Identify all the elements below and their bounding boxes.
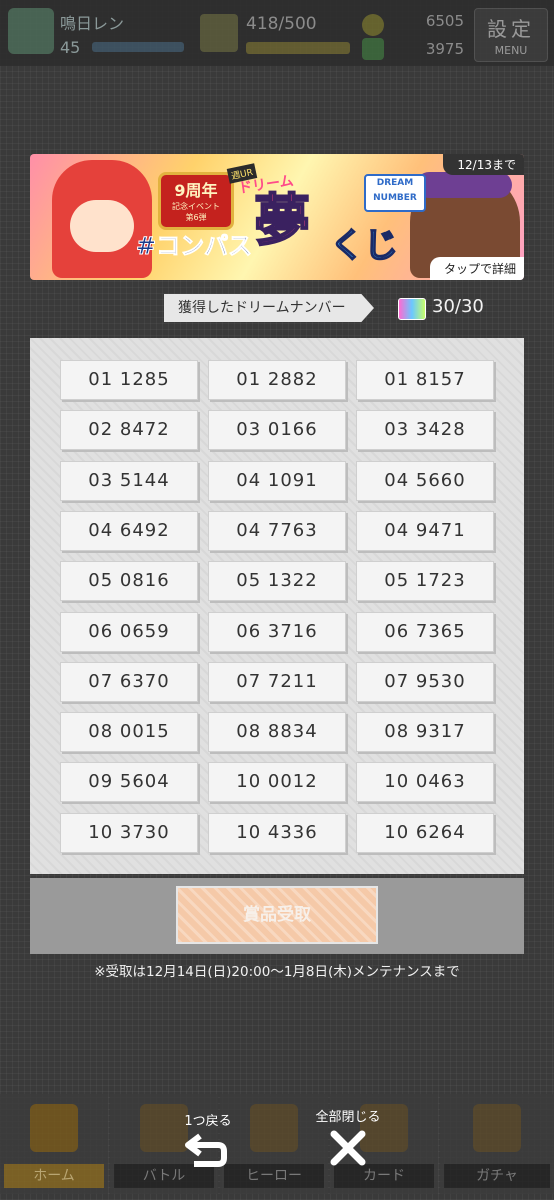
dream-number-cell: 10 3730 bbox=[60, 813, 198, 853]
dream-number-cell: 05 1723 bbox=[356, 561, 494, 601]
home-icon bbox=[30, 1104, 78, 1152]
dream-number-cell: 09 5604 bbox=[60, 762, 198, 802]
stamina-value: 418/500 bbox=[246, 14, 317, 34]
player-level: 45 bbox=[60, 38, 81, 57]
nav-home[interactable]: ホーム bbox=[0, 1094, 108, 1194]
player-avatar[interactable] bbox=[8, 8, 54, 54]
back-button[interactable] bbox=[184, 1128, 230, 1172]
dream-number-cell: 08 8834 bbox=[208, 712, 346, 752]
menu-label: MENU bbox=[494, 44, 528, 57]
player-name: 鳴日レン bbox=[60, 14, 125, 33]
nav-gacha-label: ガチャ bbox=[444, 1164, 550, 1188]
return-arrow-icon bbox=[185, 1133, 227, 1167]
dream-number-cell: 04 7763 bbox=[208, 511, 346, 551]
coin-icon bbox=[362, 14, 384, 36]
logo-line1: DREAM bbox=[376, 178, 414, 188]
dream-number-cell: 03 3428 bbox=[356, 410, 494, 450]
anniversary-badge: 9周年 記念イベント 第6弾 bbox=[158, 172, 234, 230]
dream-number-cell: 10 4336 bbox=[208, 813, 346, 853]
event-banner[interactable]: 9周年 記念イベント 第6弾 週UR #コンパス ドリーム 夢 くじ DREAM… bbox=[30, 154, 524, 280]
dream-number-cell: 06 3716 bbox=[208, 612, 346, 652]
coin-count: 6505 bbox=[425, 12, 464, 30]
dream-number-cell: 01 1285 bbox=[60, 360, 198, 400]
dream-number-cell: 08 0015 bbox=[60, 712, 198, 752]
dream-number-cell: 06 7365 bbox=[356, 612, 494, 652]
banner-hashtag: #コンパス bbox=[135, 232, 253, 261]
dream-number-cell: 04 9471 bbox=[356, 511, 494, 551]
event-deadline: 12/13まで bbox=[443, 154, 524, 175]
acquired-count: 30/30 bbox=[432, 296, 484, 317]
dream-number-cell: 04 5660 bbox=[356, 461, 494, 501]
banner-kuji: くじ bbox=[329, 225, 399, 267]
dream-number-cell: 03 5144 bbox=[60, 461, 198, 501]
claim-period-note: ※受取は12月14日(日)20:00〜1月8日(木)メンテナンスまで bbox=[94, 964, 460, 980]
claim-prize-button[interactable]: 賞品受取 bbox=[176, 886, 378, 944]
dream-number-cell: 07 7211 bbox=[208, 662, 346, 702]
logo-line2: NUMBER bbox=[373, 193, 417, 203]
dream-number-cell: 10 0463 bbox=[356, 762, 494, 802]
bottom-navigation: ホーム バトル ヒーロー カード ガチャ bbox=[0, 1094, 554, 1200]
dream-number-cell: 10 0012 bbox=[208, 762, 346, 802]
gem-icon bbox=[362, 38, 384, 60]
dream-number-cell: 06 0659 bbox=[60, 612, 198, 652]
nav-gacha[interactable]: ガチャ bbox=[440, 1094, 554, 1194]
experience-bar bbox=[92, 42, 184, 52]
settings-menu-button[interactable]: 設定 MENU bbox=[474, 8, 548, 62]
acquired-numbers-label: 獲得したドリームナンバー bbox=[164, 294, 374, 322]
close-all-button[interactable] bbox=[326, 1126, 370, 1170]
nav-home-label: ホーム bbox=[4, 1164, 104, 1188]
dream-number-cell: 04 1091 bbox=[208, 461, 346, 501]
anniversary-text: 9周年 bbox=[174, 181, 218, 200]
dream-ticket-icon bbox=[398, 298, 426, 320]
dream-number-logo: DREAM NUMBER bbox=[364, 174, 426, 212]
dream-number-cell: 08 9317 bbox=[356, 712, 494, 752]
close-icon bbox=[330, 1130, 366, 1166]
close-all-label: 全部閉じる bbox=[315, 1110, 381, 1125]
status-bar: 鳴日レン 45 418/500 6505 3975 設定 MENU bbox=[0, 0, 554, 66]
dream-number-cell: 04 6492 bbox=[60, 511, 198, 551]
dream-number-cell: 10 6264 bbox=[356, 813, 494, 853]
dream-number-cell: 07 6370 bbox=[60, 662, 198, 702]
dream-number-cell: 02 8472 bbox=[60, 410, 198, 450]
dream-number-cell: 07 9530 bbox=[356, 662, 494, 702]
back-label: 1つ戻る bbox=[184, 1114, 232, 1129]
dream-number-cell: 03 0166 bbox=[208, 410, 346, 450]
dream-number-cell: 01 2882 bbox=[208, 360, 346, 400]
gacha-icon bbox=[473, 1104, 521, 1152]
hero-icon bbox=[250, 1104, 298, 1152]
stamina-bar bbox=[246, 42, 350, 54]
gem-count: 3975 bbox=[425, 40, 464, 58]
banner-yume: 夢 bbox=[253, 189, 311, 254]
nav-hero-label: ヒーロー bbox=[224, 1164, 324, 1188]
dream-number-cell: 05 0816 bbox=[60, 561, 198, 601]
tap-detail-link[interactable]: タップで詳細 bbox=[429, 257, 524, 280]
dream-number-cell: 01 8157 bbox=[356, 360, 494, 400]
anniversary-round: 第6弾 bbox=[185, 213, 207, 222]
stamina-icon bbox=[200, 14, 238, 52]
settings-label: 設定 bbox=[487, 17, 535, 41]
dream-number-cell: 05 1322 bbox=[208, 561, 346, 601]
anniversary-subtext: 記念イベント bbox=[172, 202, 220, 211]
